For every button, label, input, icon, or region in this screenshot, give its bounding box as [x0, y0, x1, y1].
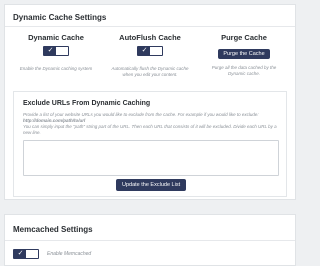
- autoflush-cache-toggle[interactable]: ✓: [137, 46, 163, 56]
- update-exclude-list-button[interactable]: Update the Exclude List: [116, 179, 187, 191]
- purge-cache-button[interactable]: Purge the Cache: [218, 49, 270, 59]
- memcached-settings-card: Memcached Settings ✓ Enable Memcached: [4, 214, 296, 266]
- dynamic-cache-settings-title: Dynamic Cache Settings: [13, 13, 107, 22]
- section-divider: [5, 26, 295, 27]
- memcached-settings-title: Memcached Settings: [13, 225, 93, 234]
- purge-cache-column: Purge Cache Purge the Cache Purge all th…: [199, 33, 289, 77]
- toggle-off-half: [26, 250, 38, 258]
- purge-cache-description: Purge all the data cached by the Dynamic…: [211, 65, 277, 76]
- autoflush-cache-description: Automatically flush the Dynamic cache wh…: [111, 66, 189, 77]
- toggle-off-half: [56, 47, 68, 55]
- exclude-urls-example-url: http://domain.com/path/to/url: [23, 118, 86, 123]
- dynamic-cache-column: Dynamic Cache ✓ Enable the Dynamic cachi…: [11, 33, 101, 72]
- exclude-urls-description: Provide a list of your website URLs you …: [23, 112, 281, 136]
- exclude-urls-panel: Exclude URLs From Dynamic Caching Provid…: [13, 91, 287, 197]
- dynamic-cache-description: Enable the Dynamic caching system: [19, 66, 93, 71]
- exclude-urls-title: Exclude URLs From Dynamic Caching: [23, 100, 151, 107]
- dynamic-cache-settings-card: Dynamic Cache Settings Dynamic Cache ✓ E…: [4, 4, 296, 200]
- enable-memcached-toggle[interactable]: ✓: [13, 249, 39, 259]
- dynamic-cache-toggle[interactable]: ✓: [43, 46, 69, 56]
- exclude-urls-description-line2: You can simply input the "path" string p…: [23, 124, 277, 135]
- autoflush-cache-column: AutoFlush Cache ✓ Automatically flush th…: [105, 33, 195, 78]
- toggle-off-half: [150, 47, 162, 55]
- exclude-urls-textarea[interactable]: [23, 140, 279, 176]
- purge-cache-title: Purge Cache: [221, 33, 267, 42]
- autoflush-cache-title: AutoFlush Cache: [119, 33, 181, 42]
- enable-memcached-label: Enable Memcached: [47, 251, 92, 257]
- dynamic-cache-title: Dynamic Cache: [28, 33, 84, 42]
- section-divider: [5, 240, 295, 241]
- exclude-urls-description-line1: Provide a list of your website URLs you …: [23, 112, 259, 117]
